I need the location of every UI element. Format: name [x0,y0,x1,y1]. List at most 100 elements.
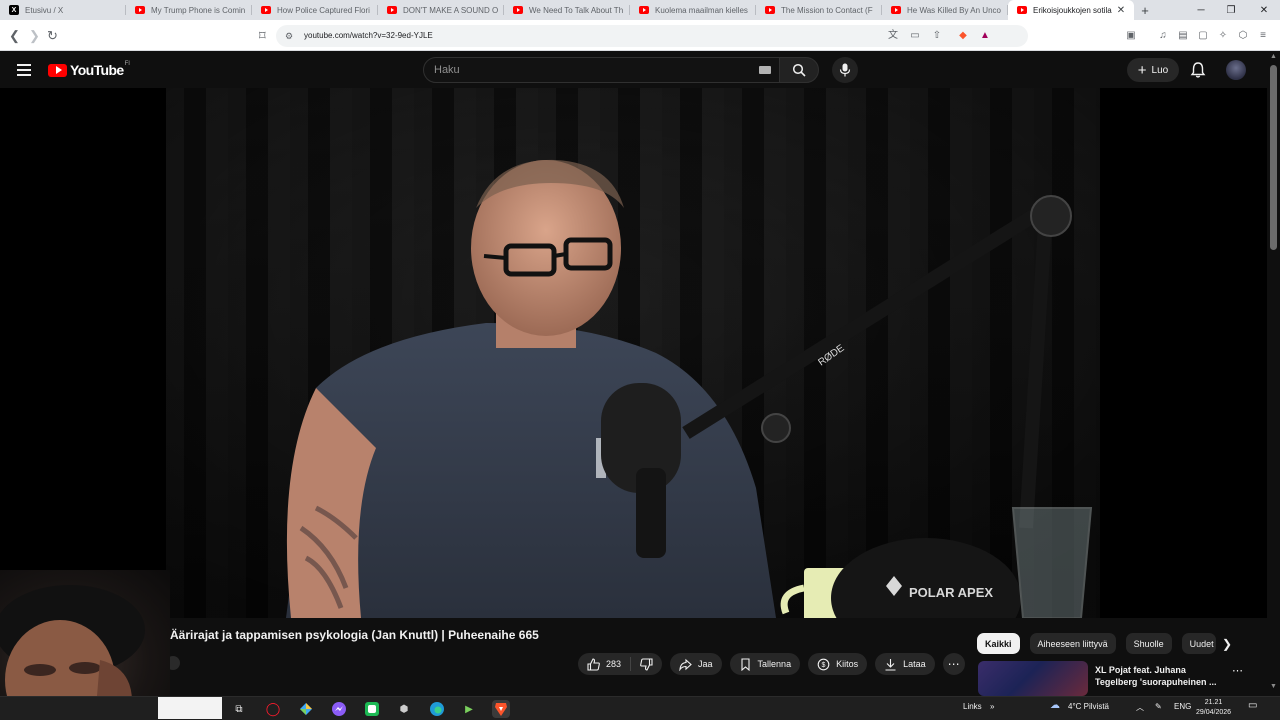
links-toolbar-label[interactable]: Links [963,702,982,711]
notification-center-icon[interactable]: ▭ [1248,700,1257,711]
search-input[interactable] [424,58,724,82]
account-avatar[interactable] [1226,60,1246,80]
back-button[interactable]: ❮ [9,28,20,44]
cast-icon[interactable]: ▭ [908,29,922,43]
brave-browser-icon[interactable] [492,700,510,718]
search-button[interactable] [779,57,819,83]
youtube-icon [639,6,649,14]
close-window-button[interactable]: ✕ [1248,0,1280,20]
tab-title: The Mission to Contact (F [781,5,873,15]
video-frame[interactable]: RØDE POLAR APEX [166,88,1100,618]
wallet-icon[interactable]: ▢ [1196,29,1210,43]
scroll-down-arrow-icon[interactable]: ▼ [1270,683,1277,690]
youtube-masthead: YouTube FI + Luo [0,51,1280,88]
video-actions: 283 Jaa Tallenna $ Kiitos Lataa ⋯ [578,653,965,675]
tray-chevron-icon[interactable]: ︿ [1136,702,1144,713]
browser-tab[interactable]: Kuolema maailman kielles [630,0,756,20]
clock-time: 21.21 [1204,699,1223,706]
like-button[interactable]: 283 [578,653,630,675]
create-button[interactable]: + Luo [1127,58,1179,82]
messenger-icon[interactable] [330,700,348,718]
voice-search-button[interactable] [832,57,858,83]
weather-text[interactable]: 4°C Pilvistä [1068,702,1109,711]
task-view-icon[interactable]: ⧉ [230,700,248,718]
media-player-icon[interactable]: ▶ [460,700,478,718]
save-label: Tallenna [757,659,792,669]
opera-icon[interactable]: ◯ [264,700,282,718]
thanks-button[interactable]: $ Kiitos [808,653,868,675]
video-player[interactable]: RØDE POLAR APEX [0,88,1267,618]
translate-icon[interactable]: 文 [886,29,900,43]
vpn-icon[interactable]: ⬡ [1236,29,1250,43]
edge-icon[interactable] [428,700,446,718]
site-info-icon[interactable]: ⚙ [285,31,295,41]
shield-app-icon[interactable]: ⬢ [395,700,413,718]
brave-rewards-icon[interactable]: ▲ [978,29,992,43]
download-button[interactable]: Lataa [875,653,935,675]
links-chevron-icon[interactable]: » [990,702,994,711]
browser-tab[interactable]: X Etusivu / X [0,0,126,20]
browser-tab[interactable]: My Trump Phone is Comin [126,0,252,20]
sidebar-toggle-icon[interactable]: ▣ [1124,29,1138,43]
browser-tab[interactable]: We Need To Talk About Th [504,0,630,20]
share-arrow-icon [679,658,692,671]
scroll-up-arrow-icon[interactable]: ▲ [1270,53,1277,60]
browser-tab-strip: X Etusivu / X My Trump Phone is Comin Ho… [0,0,1280,20]
menu-icon[interactable]: ≡ [1256,29,1270,43]
brave-shields-icon[interactable]: ◆ [956,29,970,43]
browser-tab-active[interactable]: Erikoisjoukkojen sotila ✕ [1008,0,1134,20]
more-actions-button[interactable]: ⋯ [942,653,965,675]
browser-tab[interactable]: He Was Killed By An Unco [882,0,1008,20]
youtube-logo[interactable]: YouTube FI [48,61,130,78]
taskbar-search-box[interactable] [158,697,222,719]
microphone-icon [839,63,851,77]
save-button[interactable]: Tallenna [729,653,801,675]
whatsapp-like-icon[interactable] [363,700,381,718]
close-tab-icon[interactable]: ✕ [1114,5,1128,16]
polar-apex-label: POLAR APEX [909,585,993,600]
recommended-video-thumbnail[interactable] [978,661,1088,696]
scrollbar-thumb[interactable] [1270,65,1277,250]
dislike-button[interactable] [631,653,662,675]
browser-tab[interactable]: DON'T MAKE A SOUND O [378,0,504,20]
youtube-icon [513,6,523,14]
pen-icon[interactable]: ✎ [1155,702,1162,711]
maximize-window-button[interactable]: ❐ [1215,0,1247,20]
extensions-icon[interactable]: ✧ [1216,29,1230,43]
browser-tab[interactable]: How Police Captured Flori [252,0,378,20]
photos-app-icon[interactable] [297,700,315,718]
like-dislike-group: 283 [578,653,663,675]
x-logo-icon: X [9,5,19,15]
chip-new[interactable]: Uudet [1181,633,1216,654]
tab-title: Erikoisjoukkojen sotila [1033,5,1112,15]
forward-button[interactable]: ❯ [29,28,40,44]
chip-for-you[interactable]: Shuolle [1125,633,1172,654]
more-vertical-icon[interactable]: ⋯ [1232,664,1243,677]
chip-all[interactable]: Kaikki [977,633,1020,654]
new-tab-button[interactable]: + [1134,3,1156,18]
system-clock[interactable]: 21.21 29/04/2026 [1196,698,1231,718]
recommended-video-title[interactable]: XL Pojat feat. Juhana Tegelberg 'suorapu… [1095,664,1225,688]
tab-title: We Need To Talk About Th [529,5,624,15]
keyboard-icon[interactable] [759,66,771,74]
create-label: Luo [1151,64,1169,76]
reload-button[interactable]: ↻ [47,28,58,44]
guide-menu-icon[interactable] [17,64,31,76]
search-box[interactable] [423,57,780,83]
bookmark-icon[interactable]: ⌑ [259,28,266,44]
media-icon[interactable]: ♫ [1156,29,1170,43]
chip-related[interactable]: Aiheeseen liittyvä [1029,633,1116,654]
notifications-bell-icon[interactable] [1189,61,1207,79]
page-scrollbar[interactable]: ▲ ▼ [1267,51,1280,696]
download-icon [885,658,896,671]
language-indicator[interactable]: ENG [1174,702,1191,711]
share-icon[interactable]: ⇧ [930,29,944,43]
browser-tab[interactable]: The Mission to Contact (F [756,0,882,20]
reading-list-icon[interactable]: ▤ [1176,29,1190,43]
url-text[interactable]: youtube.com/watch?v=32-9ed-YJLE [304,31,433,40]
share-button[interactable]: Jaa [670,653,722,675]
video-scene: RØDE POLAR APEX [166,88,1100,618]
youtube-icon [1017,6,1027,14]
minimize-window-button[interactable]: ─ [1185,0,1217,20]
chevron-right-icon[interactable]: ❯ [1222,637,1232,651]
